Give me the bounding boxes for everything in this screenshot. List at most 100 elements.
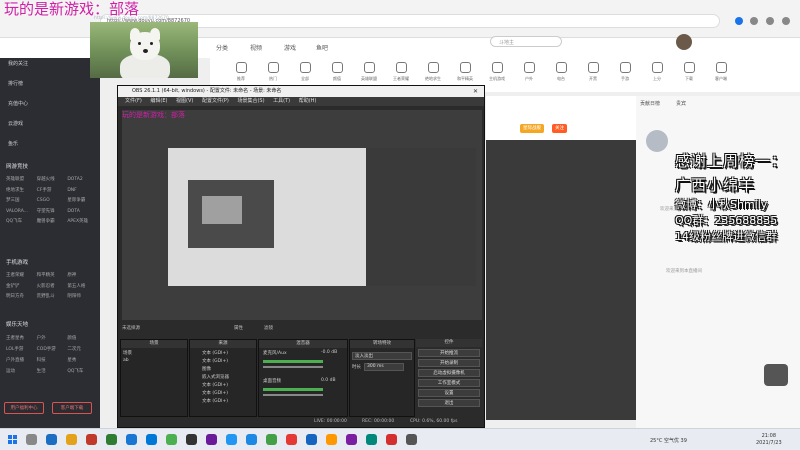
- studio-mode-button[interactable]: 工作室模式: [418, 379, 480, 387]
- list-item[interactable]: 户外直播: [6, 355, 37, 366]
- mixer-ch1-slider[interactable]: [263, 366, 323, 368]
- app-icon[interactable]: [406, 434, 417, 445]
- list-item[interactable]: QQ飞车: [6, 217, 37, 228]
- list-item[interactable]: 和平精英: [37, 271, 68, 282]
- wechat-icon[interactable]: [266, 434, 277, 445]
- app-icon[interactable]: [366, 434, 377, 445]
- search-icon[interactable]: [26, 434, 37, 445]
- avatar[interactable]: [646, 130, 668, 152]
- category-item[interactable]: 客户端: [710, 62, 732, 82]
- exit-button[interactable]: 退出: [418, 399, 480, 407]
- list-item[interactable]: 运动: [6, 366, 37, 377]
- obs-window[interactable]: OBS 26.1.1 (64-bit, windows) - 配置文件: 未命名…: [117, 85, 485, 428]
- menu-view[interactable]: 视图(V): [176, 98, 193, 104]
- avatar[interactable]: [676, 34, 692, 50]
- sidebar-item-follow[interactable]: 我的关注: [8, 60, 28, 67]
- steam-icon[interactable]: [306, 434, 317, 445]
- category-item[interactable]: 户外: [518, 62, 540, 82]
- category-item[interactable]: 下载: [678, 62, 700, 82]
- category-item[interactable]: 王者荣耀: [390, 62, 412, 82]
- app-icon[interactable]: [106, 434, 117, 445]
- app-icon[interactable]: [286, 434, 297, 445]
- category-item[interactable]: 手游: [614, 62, 636, 82]
- sidebar-item-rank[interactable]: 排行榜: [8, 80, 23, 87]
- list-item[interactable]: 明日方舟: [6, 292, 37, 303]
- filters-button[interactable]: 滤镜: [264, 325, 273, 331]
- list-item[interactable]: 第五人格: [67, 282, 98, 293]
- list-item[interactable]: 王者荣耀: [6, 271, 37, 282]
- menu-icon[interactable]: [782, 17, 790, 27]
- list-item[interactable]: 原神: [67, 271, 98, 282]
- list-item[interactable]: 文本 (GDI+): [202, 398, 228, 404]
- tab-vip[interactable]: 贵宾: [676, 100, 686, 107]
- room-chip[interactable]: 星际战舰: [520, 124, 544, 133]
- list-item[interactable]: 绝地求生: [6, 186, 37, 197]
- menu-help[interactable]: 帮助(H): [299, 98, 317, 104]
- category-item[interactable]: 主机游戏: [486, 62, 508, 82]
- chrome-icon[interactable]: [166, 434, 177, 445]
- list-item[interactable]: 文本 (GDI+): [202, 350, 228, 356]
- transition-select[interactable]: 淡入淡出: [352, 352, 412, 360]
- bookmark-icon[interactable]: [735, 17, 743, 27]
- list-item[interactable]: 文本 (GDI+): [202, 382, 228, 388]
- list-item[interactable]: QQ飞车: [67, 366, 98, 377]
- taskview-icon[interactable]: [46, 434, 57, 445]
- explorer-icon[interactable]: [66, 434, 77, 445]
- start-recording-button[interactable]: 开始录制: [418, 359, 480, 367]
- list-item[interactable]: 嵌入式浏览器: [202, 374, 229, 380]
- category-item[interactable]: 电台: [550, 62, 572, 82]
- category-item[interactable]: 开黑: [582, 62, 604, 82]
- list-item[interactable]: 星秀: [67, 355, 98, 366]
- sidebar-item-cloudgame[interactable]: 云游戏: [8, 120, 23, 127]
- list-item[interactable]: CSGO: [37, 196, 68, 207]
- list-item[interactable]: 守望先锋: [37, 207, 68, 218]
- close-icon[interactable]: ✕: [473, 88, 478, 95]
- list-item[interactable]: 二次元: [67, 344, 98, 355]
- list-item[interactable]: 王者星秀: [6, 333, 37, 344]
- category-item[interactable]: 颜值: [326, 62, 348, 82]
- start-streaming-button[interactable]: 开始推流: [418, 349, 480, 357]
- extensions-icon[interactable]: [750, 17, 758, 27]
- list-item[interactable]: COD手游: [37, 344, 68, 355]
- list-item[interactable]: 金铲铲: [6, 282, 37, 293]
- list-item[interactable]: 生活: [37, 366, 68, 377]
- clock[interactable]: 21:08 2021/7/23: [756, 433, 782, 447]
- app-icon[interactable]: [386, 434, 397, 445]
- category-item[interactable]: 热门: [262, 62, 284, 82]
- edge-icon[interactable]: [146, 434, 157, 445]
- duration-input[interactable]: 300 ms: [364, 363, 404, 371]
- list-item[interactable]: VALORA...: [6, 207, 37, 218]
- nav-fishbar[interactable]: 鱼吧: [316, 43, 328, 52]
- stream-player[interactable]: [486, 140, 636, 420]
- list-item[interactable]: 户外: [37, 333, 68, 344]
- app-icon[interactable]: [226, 434, 237, 445]
- category-item[interactable]: 上分: [646, 62, 668, 82]
- obs-icon[interactable]: [186, 434, 197, 445]
- profile-icon[interactable]: [766, 17, 774, 27]
- list-item[interactable]: ab: [123, 358, 129, 363]
- menu-scenecollection[interactable]: 场景集合(S): [237, 98, 264, 104]
- properties-button[interactable]: 属性: [234, 325, 243, 331]
- search-input[interactable]: 斗地主: [490, 36, 562, 47]
- list-item[interactable]: 颜值: [67, 333, 98, 344]
- tab-contrib[interactable]: 贡献日榜: [640, 100, 660, 107]
- category-item[interactable]: 和平精英: [454, 62, 476, 82]
- welfare-button[interactable]: 用户福利中心: [4, 402, 44, 414]
- windows-start-icon[interactable]: [8, 435, 17, 444]
- nav-game[interactable]: 游戏: [284, 43, 296, 52]
- list-item[interactable]: CF手游: [37, 186, 68, 197]
- list-item[interactable]: LOL手游: [6, 344, 37, 355]
- app-icon[interactable]: [206, 434, 217, 445]
- list-item[interactable]: 文本 (GDI+): [202, 358, 228, 364]
- menu-file[interactable]: 文件(F): [125, 98, 142, 104]
- list-item[interactable]: 穿越火线: [37, 175, 68, 186]
- list-item[interactable]: 荒野乱斗: [37, 292, 68, 303]
- list-item[interactable]: DNF: [67, 186, 98, 197]
- app-icon[interactable]: [126, 434, 137, 445]
- list-item[interactable]: 魔兽争霸: [37, 217, 68, 228]
- app-icon[interactable]: [326, 434, 337, 445]
- sidebar-item-fun[interactable]: 鱼乐: [8, 140, 18, 147]
- app-icon[interactable]: [346, 434, 357, 445]
- category-item[interactable]: 绝地求生: [422, 62, 444, 82]
- settings-button[interactable]: 设置: [418, 389, 480, 397]
